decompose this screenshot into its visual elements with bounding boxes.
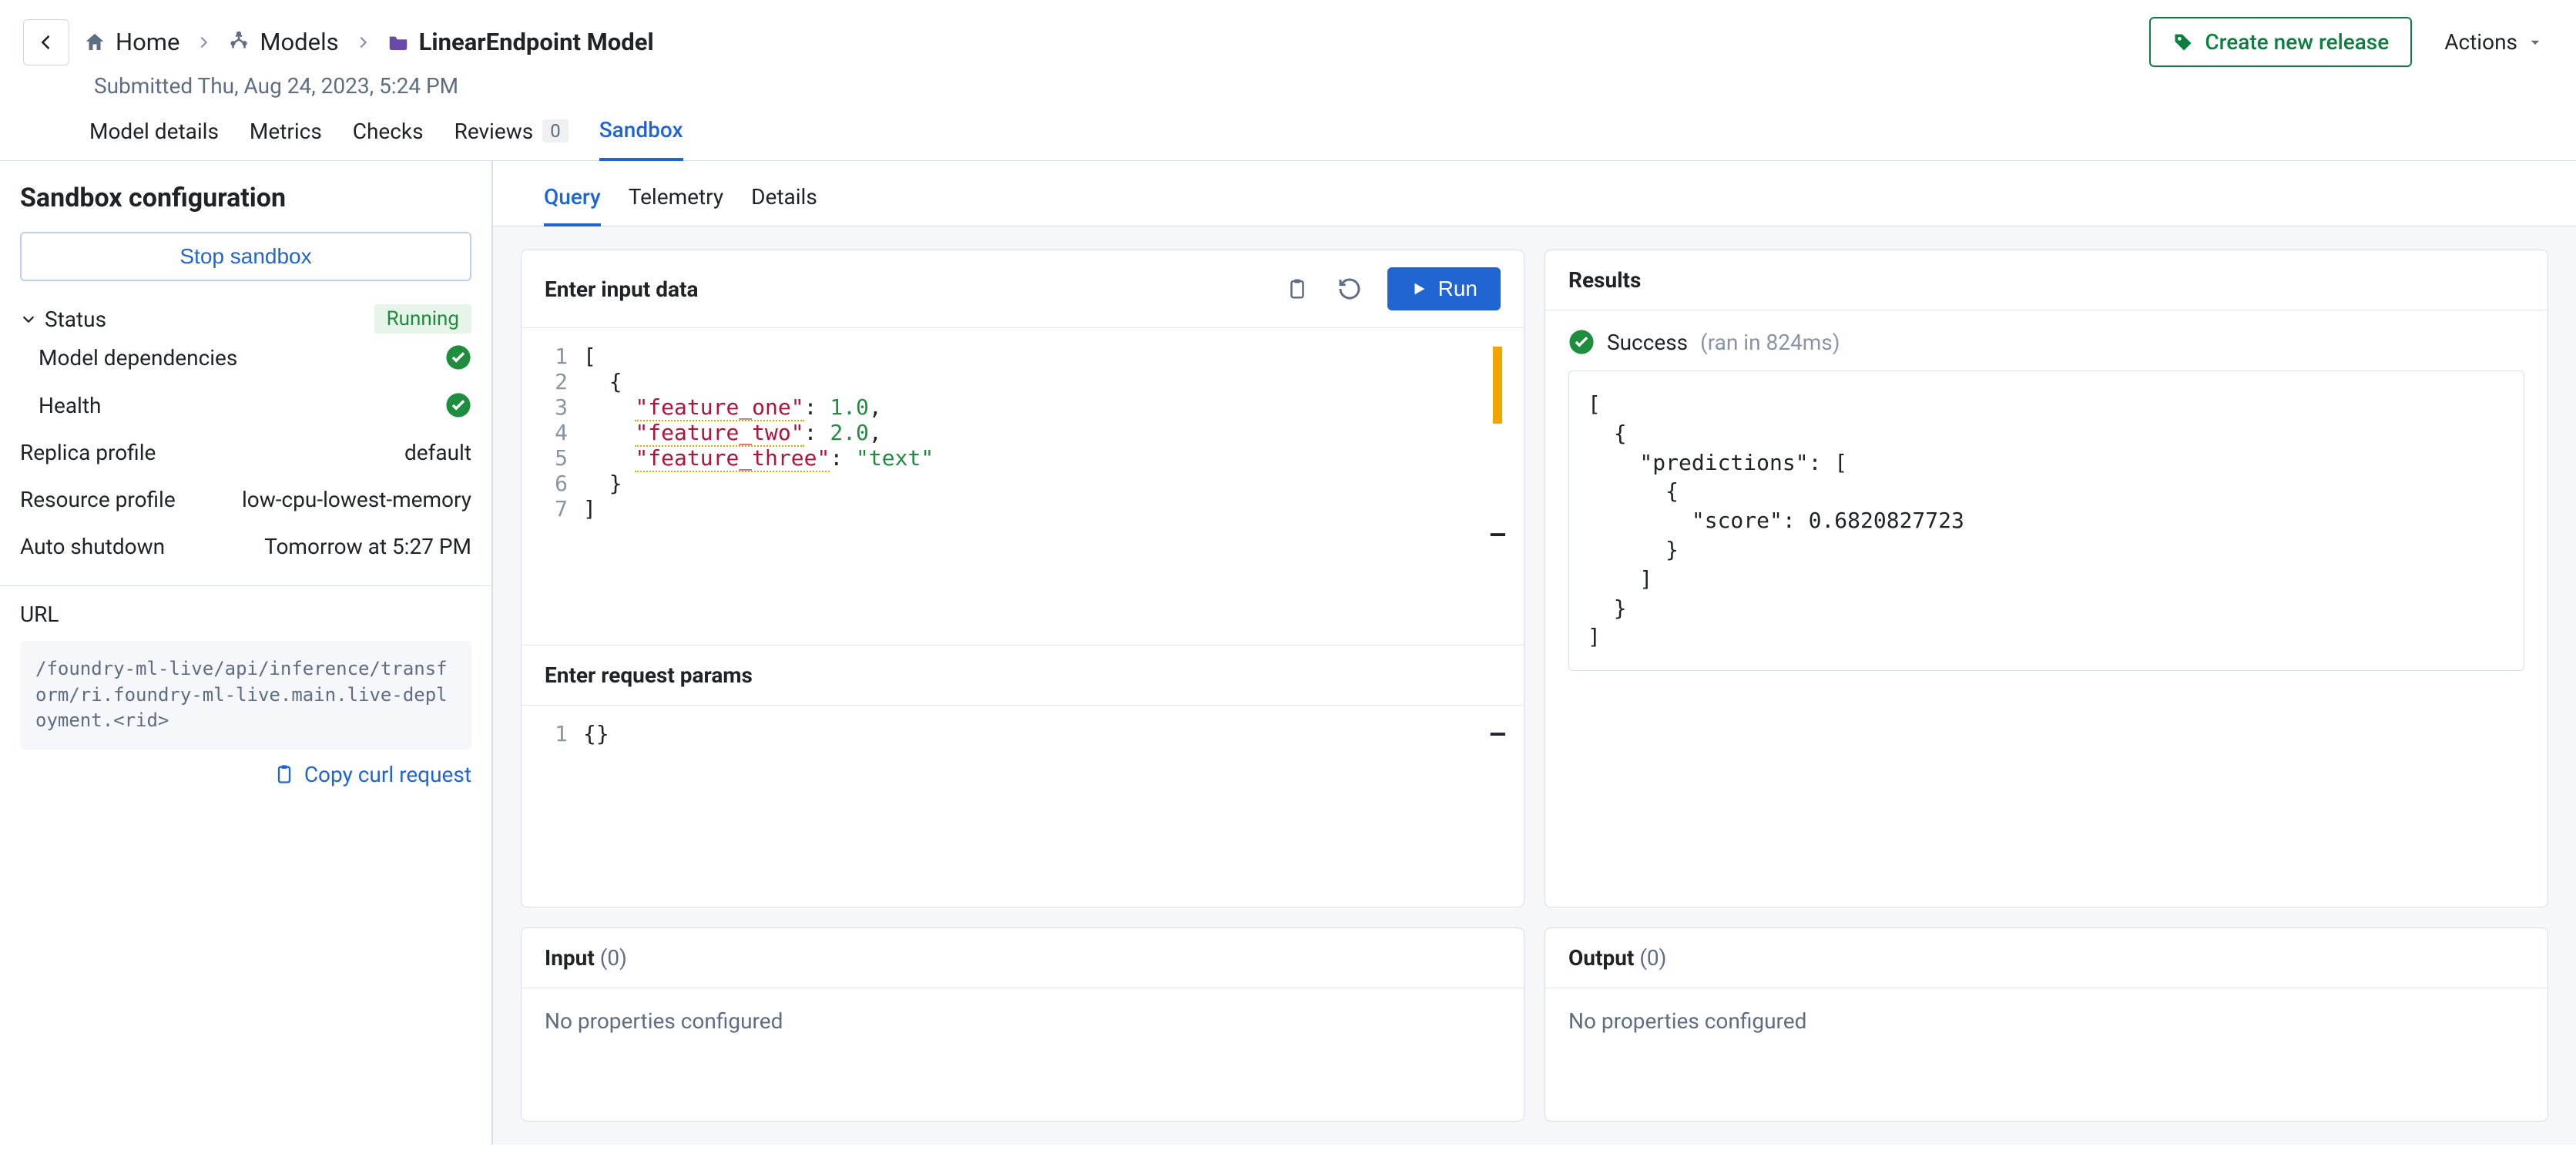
tab-reviews-label: Reviews [454, 119, 534, 144]
replica-label: Replica profile [20, 440, 156, 465]
copy-curl-button[interactable]: Copy curl request [20, 762, 471, 787]
results-title: Results [1568, 267, 1641, 293]
output-props-count: (0) [1639, 945, 1666, 971]
stop-sandbox-button[interactable]: Stop sandbox [20, 232, 471, 281]
create-release-button[interactable]: Create new release [2149, 17, 2412, 67]
shutdown-label: Auto shutdown [20, 534, 165, 559]
input-data-card: Enter input data Run [521, 250, 1524, 907]
reset-button[interactable] [1335, 274, 1364, 304]
url-value: /foundry-ml-live/api/inference/transform… [20, 641, 471, 750]
chevron-down-icon [20, 310, 37, 327]
breadcrumb: Home Models LinearEndpoint Model [83, 28, 654, 56]
chevron-right-icon [195, 34, 212, 51]
input-props-title: Input [545, 945, 595, 971]
tab-reviews[interactable]: Reviews 0 [454, 119, 569, 159]
run-label: Run [1438, 277, 1478, 301]
check-circle-icon [445, 392, 471, 418]
sidebar: Sandbox configuration Stop sandbox Statu… [0, 161, 493, 1145]
collapse-handle[interactable]: — [1491, 518, 1505, 548]
check-circle-icon [1568, 329, 1595, 355]
sub-tabs: Query Telemetry Details [493, 161, 2576, 226]
copy-curl-label: Copy curl request [304, 762, 471, 787]
actions-label: Actions [2444, 29, 2517, 55]
subtab-query[interactable]: Query [544, 184, 601, 226]
request-params-title: Enter request params [522, 646, 1524, 706]
caret-down-icon [2528, 35, 2542, 49]
breadcrumb-current-label: LinearEndpoint Model [419, 28, 654, 56]
run-button[interactable]: Run [1387, 267, 1501, 310]
tab-model-details[interactable]: Model details [89, 119, 219, 159]
tab-checks[interactable]: Checks [353, 119, 424, 159]
folder-icon [387, 31, 410, 54]
actions-dropdown[interactable]: Actions [2433, 18, 2553, 65]
sidebar-title: Sandbox configuration [20, 183, 471, 213]
arrow-left-icon [35, 32, 57, 53]
subtab-telemetry[interactable]: Telemetry [629, 184, 723, 226]
play-icon [1410, 280, 1427, 297]
resource-value: low-cpu-lowest-memory [242, 487, 471, 512]
tag-icon [2172, 32, 2194, 53]
clipboard-button[interactable] [1283, 274, 1312, 304]
breadcrumb-current[interactable]: LinearEndpoint Model [387, 28, 654, 56]
input-editor[interactable]: 1[ 2 { 3 "feature_one": 1.0, 4 "feature_… [522, 328, 1524, 537]
url-label: URL [20, 602, 471, 627]
submitted-timestamp: Submitted Thu, Aug 24, 2023, 5:24 PM [0, 73, 2576, 99]
resource-label: Resource profile [20, 487, 176, 512]
check-circle-icon [445, 344, 471, 371]
output-props-title: Output [1568, 945, 1634, 971]
chevron-right-icon [354, 34, 371, 51]
breadcrumb-home[interactable]: Home [83, 28, 179, 56]
status-label: Status [45, 307, 106, 332]
home-icon [83, 31, 106, 54]
params-editor[interactable]: 1{} — [522, 706, 1524, 839]
input-props-count: (0) [600, 945, 627, 971]
input-data-title: Enter input data [545, 277, 698, 302]
output-props-card: Output (0) No properties configured [1545, 927, 2548, 1122]
collapse-handle[interactable]: — [1491, 718, 1505, 747]
health-label: Health [39, 393, 101, 418]
breadcrumb-home-label: Home [116, 28, 179, 56]
results-card: Results Success (ran in 824ms) [ { "pred… [1545, 250, 2548, 907]
refresh-icon [1337, 277, 1362, 301]
tab-metrics[interactable]: Metrics [250, 119, 322, 159]
model-deps-label: Model dependencies [39, 345, 237, 371]
model-icon [227, 31, 250, 54]
success-label: Success [1607, 330, 1688, 355]
clipboard-icon [273, 763, 295, 785]
status-toggle[interactable]: Status [20, 307, 106, 332]
create-release-label: Create new release [2205, 29, 2389, 55]
primary-tabs: Model details Metrics Checks Reviews 0 S… [0, 99, 2576, 161]
clipboard-icon [1286, 277, 1309, 300]
breadcrumb-models-label: Models [260, 28, 338, 56]
editor-scrollbar-marker [1493, 347, 1502, 424]
output-props-empty: No properties configured [1545, 988, 2547, 1054]
replica-value: default [404, 440, 471, 465]
reviews-count-badge: 0 [542, 119, 569, 143]
tab-sandbox[interactable]: Sandbox [599, 117, 683, 161]
input-props-card: Input (0) No properties configured [521, 927, 1524, 1122]
back-button[interactable] [23, 19, 69, 65]
status-badge: Running [374, 304, 471, 334]
shutdown-value: Tomorrow at 5:27 PM [264, 534, 471, 559]
input-props-empty: No properties configured [522, 988, 1524, 1054]
results-output: [ { "predictions": [ { "score": 0.682082… [1568, 371, 2524, 671]
subtab-details[interactable]: Details [751, 184, 817, 226]
breadcrumb-models[interactable]: Models [227, 28, 338, 56]
ran-in-label: (ran in 824ms) [1700, 330, 1840, 355]
